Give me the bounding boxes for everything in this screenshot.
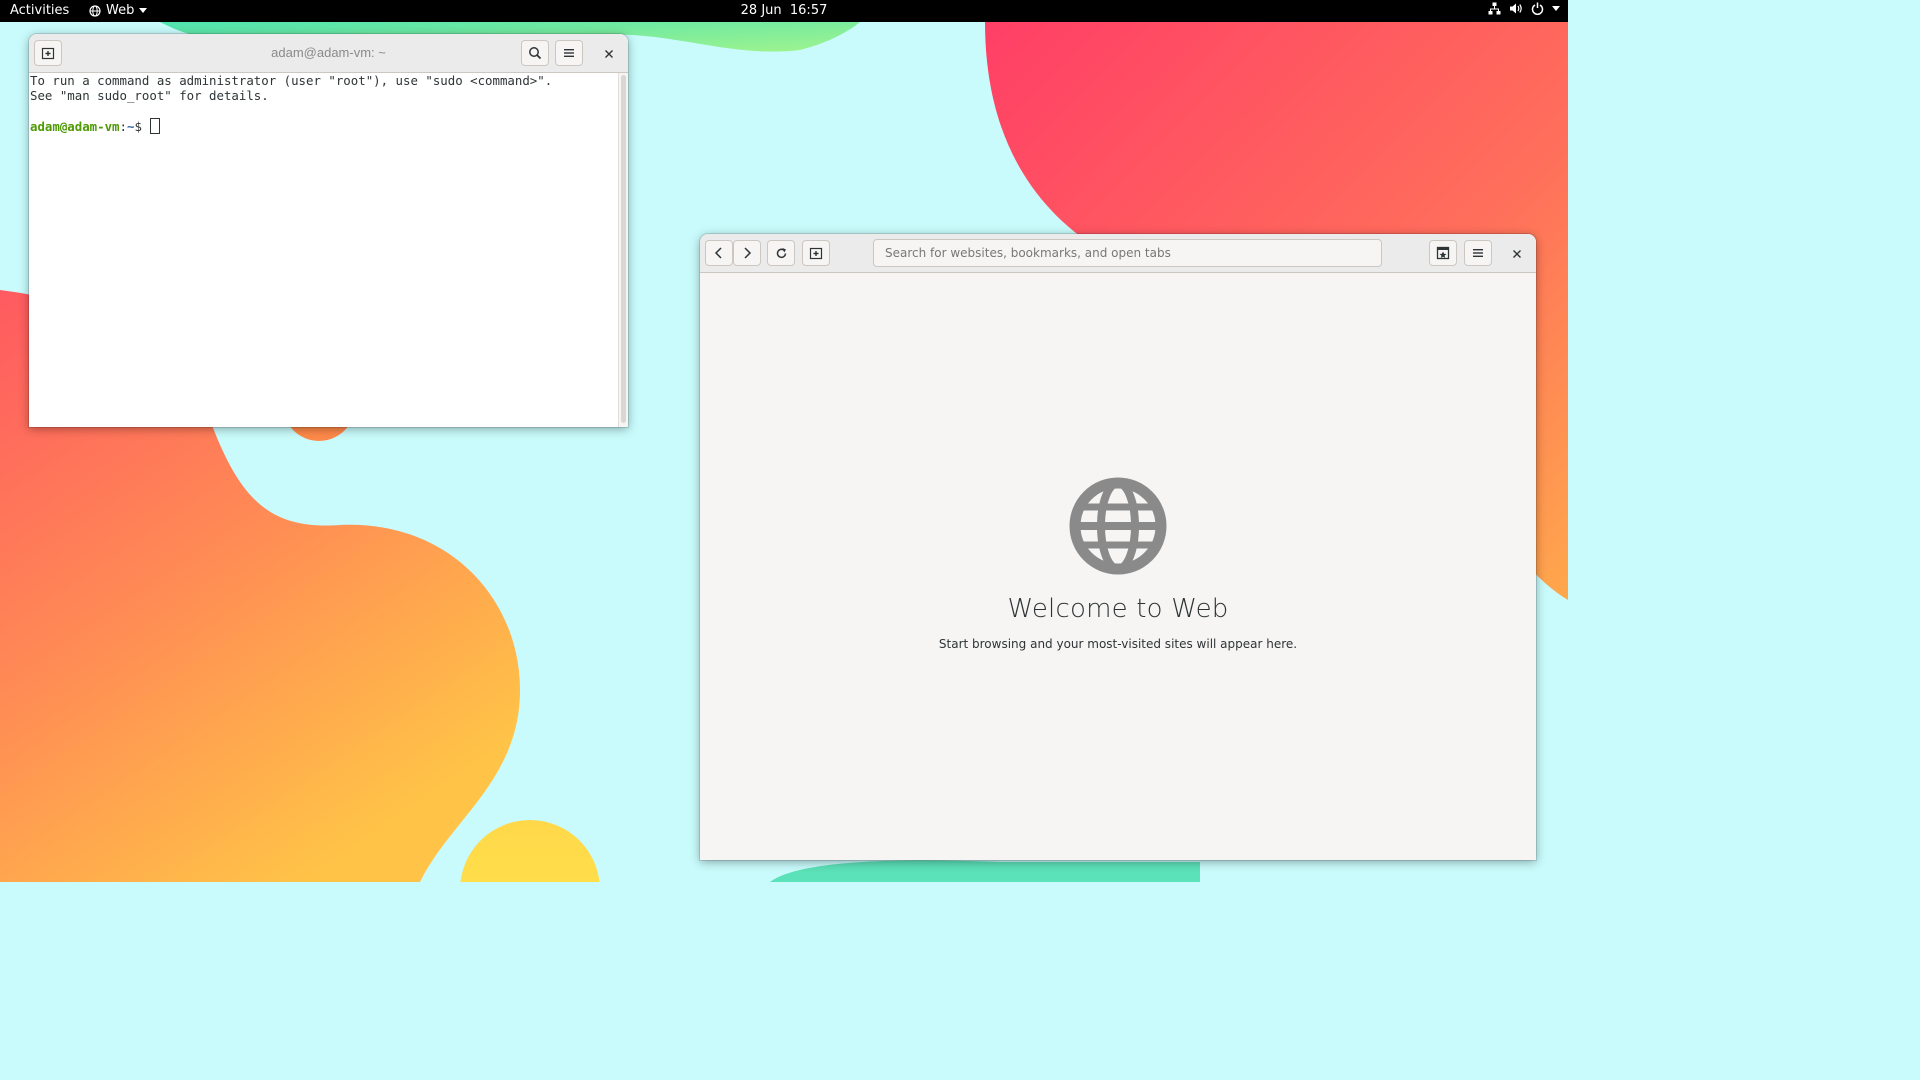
prompt-symbol: $ — [134, 118, 150, 134]
welcome-overview: Welcome to Web Start browsing and your m… — [700, 477, 1536, 651]
browser-menu-button[interactable] — [1464, 240, 1492, 266]
globe-icon — [700, 477, 1536, 575]
close-icon — [604, 44, 614, 63]
close-icon — [1512, 244, 1522, 263]
power-icon — [1531, 2, 1544, 15]
terminal-output[interactable]: To run a command as administrator (user … — [29, 73, 619, 427]
clock-container: 28 Jun 16:57 — [0, 3, 1568, 18]
prompt-user: adam@adam-vm — [30, 118, 120, 134]
system-status-menu[interactable] — [1488, 2, 1560, 15]
chevron-down-icon — [1552, 6, 1560, 11]
hamburger-menu-icon — [563, 48, 575, 58]
terminal-window[interactable]: adam@adam-vm: ~ To run a command as admi… — [29, 34, 628, 427]
back-button[interactable] — [705, 240, 733, 266]
chevron-down-icon — [139, 8, 148, 13]
terminal-search-button[interactable] — [521, 40, 549, 66]
terminal-scrollbar[interactable] — [618, 73, 628, 427]
bookmarks-icon — [1436, 246, 1450, 260]
terminal-headerbar[interactable]: adam@adam-vm: ~ — [29, 34, 628, 73]
prompt-separator: : — [119, 118, 127, 134]
address-bar[interactable]: Search for websites, bookmarks, and open… — [873, 239, 1382, 267]
chevron-right-icon — [742, 247, 752, 259]
top-bar: Activities Web 28 Jun 16:57 — [0, 0, 1568, 22]
activities-button[interactable]: Activities — [10, 3, 69, 18]
new-tab-icon — [809, 246, 823, 260]
search-icon — [528, 46, 542, 60]
chevron-left-icon — [714, 247, 724, 259]
new-tab-button[interactable] — [802, 240, 830, 266]
terminal-close-button[interactable] — [596, 40, 622, 66]
network-icon — [1488, 2, 1501, 15]
clock-button[interactable]: 28 Jun 16:57 — [741, 3, 828, 18]
terminal-line: To run a command as administrator (user … — [30, 73, 553, 88]
terminal-menu-button[interactable] — [555, 40, 583, 66]
forward-button[interactable] — [733, 240, 761, 266]
reload-button[interactable] — [767, 240, 795, 266]
terminal-cursor — [150, 117, 161, 134]
browser-close-button[interactable] — [1504, 240, 1530, 266]
globe-icon — [89, 4, 101, 17]
terminal-line: See "man sudo_root" for details. — [30, 87, 269, 103]
app-menu-button[interactable]: Web — [89, 3, 148, 18]
browser-headerbar[interactable]: Search for websites, bookmarks, and open… — [700, 234, 1536, 273]
volume-icon — [1509, 2, 1523, 15]
hamburger-menu-icon — [1472, 248, 1484, 258]
app-menu-label: Web — [106, 3, 135, 18]
welcome-title: Welcome to Web — [1007, 594, 1229, 624]
reload-icon — [775, 247, 788, 260]
bookmarks-button[interactable] — [1429, 240, 1457, 266]
welcome-subtitle: Start browsing and your most-visited sit… — [938, 637, 1298, 651]
scrollbar-thumb[interactable] — [621, 75, 626, 423]
browser-window[interactable]: Search for websites, bookmarks, and open… — [700, 234, 1536, 860]
